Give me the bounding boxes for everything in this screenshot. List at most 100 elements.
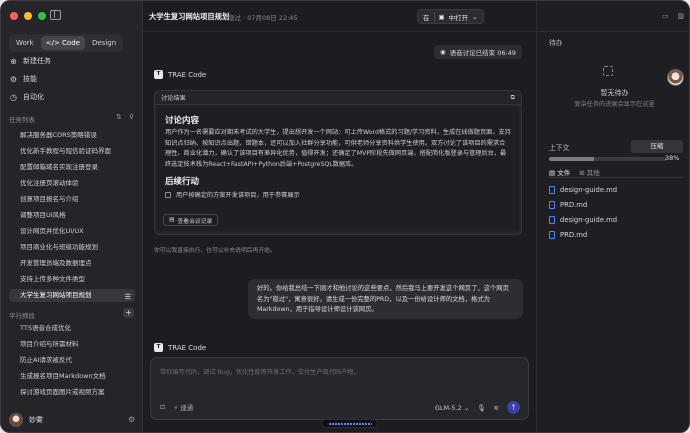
voice-wave-icon[interactable]: ≋ xyxy=(494,404,499,412)
file-tabs: ▤ 文件 ⊞ 其他 xyxy=(549,167,600,177)
composer[interactable]: 带你编写代码，调试 Bug，优化性能等开发工作，交付生产级代码产物。 ⊡ ⚡ 速… xyxy=(150,357,529,420)
panel-toggle-icon[interactable]: ▥ xyxy=(677,12,684,20)
tab-other[interactable]: ⊞ 其他 xyxy=(579,167,600,177)
window-controls xyxy=(10,12,46,20)
file-item[interactable]: PRD.md xyxy=(549,231,587,239)
card-title: 讨论结果 xyxy=(161,95,186,102)
agent-name: TRAE Code xyxy=(168,70,207,79)
view-meeting-record-button[interactable]: ▤ 查看会议记录 xyxy=(163,214,219,226)
skill-icon: ⚙ xyxy=(9,74,18,84)
empty-desc: 复杂任务的进展会显示在这里 xyxy=(574,101,655,108)
task-item[interactable]: 解决服务器CORS策略错误 xyxy=(9,129,135,142)
send-button[interactable]: ↑ xyxy=(507,401,520,414)
file-item[interactable]: design-guide.md xyxy=(549,186,617,194)
task-item[interactable]: 支持上传多种文件类型 xyxy=(9,273,135,286)
open-in-label: 在 xyxy=(423,13,430,22)
todo-item: 用户按确定的方案开发该项目，用于参赛展示 xyxy=(165,190,511,199)
sidebar: Work </> Code Design ⊕ 新建任务 ⚙ 技能 ◷ 自动化 任… xyxy=(1,1,143,432)
mode-switcher: Work </> Code Design xyxy=(9,34,124,52)
nav-label: 新建任务 xyxy=(23,57,51,65)
trae-logo-icon: T xyxy=(154,343,163,352)
voice-icon: ◉ xyxy=(440,48,446,56)
sort-icon[interactable]: ⇅ xyxy=(116,113,122,121)
view-button-label: 查看会议记录 xyxy=(177,218,213,225)
file-name: design-guide.md xyxy=(560,186,618,194)
add-parallel-button[interactable]: + xyxy=(123,308,134,318)
parallel-item[interactable]: 探讨游戏页面图片或视频方案 xyxy=(9,386,135,399)
mode-selector[interactable]: ⚡ 速通 xyxy=(173,402,193,412)
task-item[interactable]: 项目商业化与班级功能规划 xyxy=(9,241,135,254)
settings-icon[interactable]: ⚙ xyxy=(128,415,135,424)
composer-input[interactable]: 带你编写代码，调试 Bug，优化性能等开发工作，交付生产级代码产物。 xyxy=(160,367,360,376)
task-item[interactable]: 优化注册页滚动体验 xyxy=(9,177,135,190)
avatar xyxy=(9,413,23,427)
task-item[interactable]: 配置邮箱域名实现注册登录 xyxy=(9,161,135,174)
task-item[interactable]: 调整项目UI风格 xyxy=(9,209,135,222)
assistant-avatar[interactable] xyxy=(667,69,684,86)
agent-name: TRAE Code xyxy=(168,343,207,352)
maximize-window-button[interactable] xyxy=(38,12,46,20)
task-item[interactable]: 优化新手教程与短信验证码界面 xyxy=(9,145,135,158)
context-percent: 38% xyxy=(665,154,680,162)
editor-icon: ▣ xyxy=(438,12,445,21)
right-panel: ▭ ▥ 待办 暂无待办 复杂任务的进展会显示在这里 上下文 压缩 38% ▤ 文… xyxy=(536,1,689,432)
tab-label: 其他 xyxy=(586,169,600,177)
sidebar-toggle-icon[interactable] xyxy=(50,10,61,20)
context-label: 上下文 xyxy=(549,144,570,152)
section-text: 用户作为一名需要应对期末考试的大学生，提出想开发一个网站：可上传Word格式的习… xyxy=(165,129,511,168)
compress-button[interactable]: 压缩 xyxy=(631,140,683,153)
parallel-item[interactable]: 防止AI请求被反代 xyxy=(9,354,135,367)
right-header-icons: ▭ ▥ xyxy=(662,12,684,20)
main-panel: 大学生复习网站项目规划 隐过 · 07月08日 22:45 在 ▣ 中打开 ⌄ … xyxy=(143,1,536,432)
nav-skills[interactable]: ⚙ 技能 xyxy=(9,74,37,84)
file-icon xyxy=(549,186,555,194)
todo-title: 待办 xyxy=(549,39,563,47)
file-icon xyxy=(549,231,555,239)
parallel-item[interactable]: TTS语音合成优化 xyxy=(9,322,135,335)
composer-left-tools: ⊡ ⚡ 速通 xyxy=(160,402,193,412)
divider xyxy=(549,177,683,178)
task-item[interactable]: 开发管理员端及数据埋点 xyxy=(9,257,135,270)
model-selector[interactable]: GLM-5.2 ⌄ xyxy=(435,404,469,412)
nav-new-task[interactable]: ⊕ 新建任务 xyxy=(9,56,51,66)
close-window-button[interactable] xyxy=(10,12,18,20)
task-section-title: 任务列表 xyxy=(9,116,35,124)
file-name: PRD.md xyxy=(560,201,588,209)
task-item-selected[interactable]: 大学生复习网站项目规划 ☰ xyxy=(9,289,135,302)
model-label: GLM-5.2 xyxy=(434,403,462,412)
terminal-icon[interactable]: ▭ xyxy=(662,12,669,20)
task-item[interactable]: 设计网页并优化UI/UX xyxy=(9,225,135,238)
page-title: 大学生复习网站项目规划 xyxy=(149,12,230,21)
clock-icon: ◷ xyxy=(10,92,17,102)
task-label: 大学生复习网站项目规划 xyxy=(20,291,92,299)
mode-label: 速通 xyxy=(180,404,194,412)
mode-design[interactable]: Design xyxy=(87,36,121,50)
parallel-item[interactable]: 项目介绍与所需材料 xyxy=(9,338,135,351)
file-item[interactable]: design-guide.md xyxy=(549,216,617,224)
task-item[interactable]: 创意项目报名与介绍 xyxy=(9,193,135,206)
user-profile[interactable]: 妙雾 ⚙ xyxy=(9,413,135,427)
tab-label: 文件 xyxy=(557,169,571,177)
mode-work[interactable]: Work xyxy=(11,36,39,50)
nav-label: 技能 xyxy=(23,75,37,83)
file-item[interactable]: PRD.md xyxy=(549,201,587,209)
mode-code[interactable]: </> Code xyxy=(40,36,85,50)
open-in-button[interactable]: 在 ▣ 中打开 ⌄ xyxy=(417,9,484,24)
tab-files[interactable]: ▤ 文件 xyxy=(549,167,570,177)
main-header: 大学生复习网站项目规划 隐过 · 07月08日 22:45 在 ▣ 中打开 ⌄ xyxy=(143,1,536,32)
filter-icon[interactable]: ⊽ xyxy=(129,113,134,121)
attach-icon[interactable]: ⊡ xyxy=(160,403,165,411)
list-toggle-icon[interactable]: ☰ xyxy=(125,291,131,302)
hint-note: 你可以我直接执行，也可以补充说明后再开始。 xyxy=(154,248,276,254)
checkbox[interactable] xyxy=(165,191,171,198)
composer-right-tools: GLM-5.2 ⌄ 🎙 ≋ ↑ xyxy=(435,401,520,414)
minimize-window-button[interactable] xyxy=(24,12,32,20)
context-progress-bar xyxy=(549,157,667,161)
parallel-item[interactable]: 生成报名项目Markdown文档 xyxy=(9,370,135,383)
copy-icon[interactable]: ⧉ xyxy=(511,94,515,102)
app-window: Work </> Code Design ⊕ 新建任务 ⚙ 技能 ◷ 自动化 任… xyxy=(0,0,690,433)
card-body: 讨论内容 用户作为一名需要应对期末考试的大学生，提出想开发一个网站：可上传Wor… xyxy=(157,107,519,231)
discussion-card: 讨论结果 ⧉ 讨论内容 用户作为一名需要应对期末考试的大学生，提出想开发一个网站… xyxy=(154,90,522,235)
mic-icon[interactable]: 🎙 xyxy=(477,404,485,412)
nav-automation[interactable]: ◷ 自动化 xyxy=(9,92,44,102)
